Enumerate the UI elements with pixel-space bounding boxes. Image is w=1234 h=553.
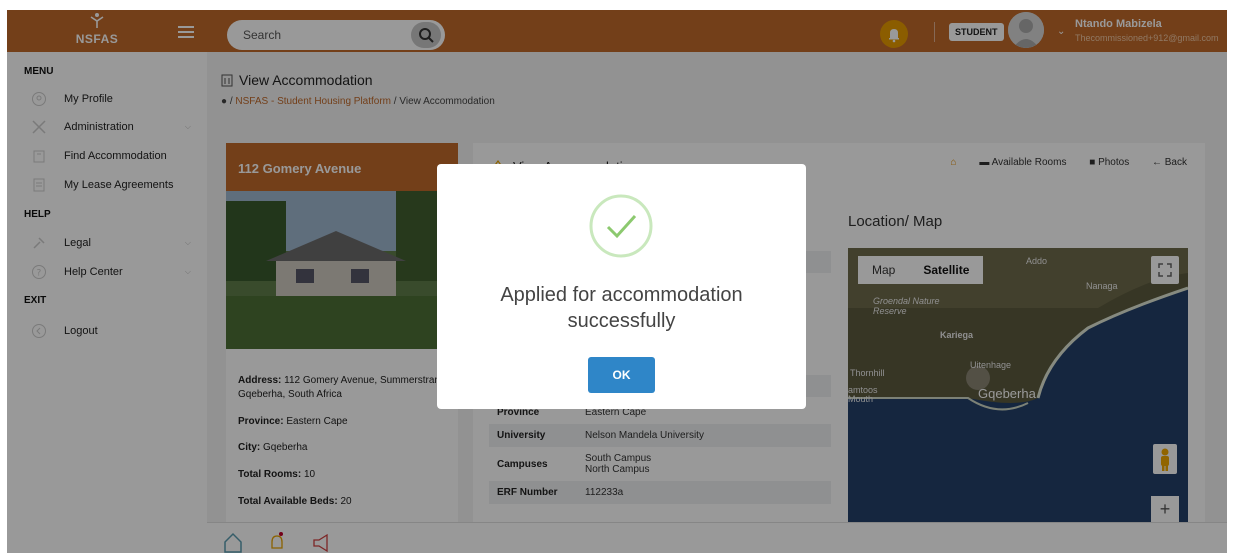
ok-button[interactable]: OK: [588, 357, 655, 393]
success-check-icon: [589, 194, 653, 258]
success-dialog: Applied for accommodation successfully O…: [437, 164, 806, 409]
dialog-message: Applied for accommodation successfully: [500, 284, 743, 332]
